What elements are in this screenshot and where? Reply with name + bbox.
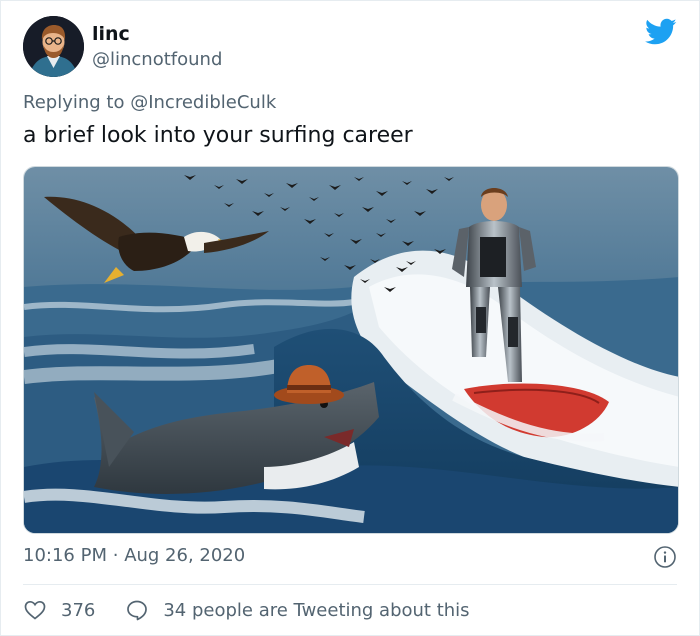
author-handle[interactable]: @lincnotfound (92, 49, 222, 70)
author-display-name[interactable]: linc (92, 23, 130, 45)
timestamp-time: 10:16 PM (23, 545, 107, 566)
speech-bubble-icon (127, 600, 148, 621)
twitter-bird-icon[interactable] (645, 18, 677, 46)
surfing-photo (24, 167, 678, 533)
tweet-media-photo[interactable] (23, 166, 679, 534)
like-button[interactable]: 376 (23, 598, 95, 622)
tweet-timestamp[interactable]: 10:16 PM · Aug 26, 2020 (23, 545, 245, 566)
conversation-text: 34 people are Tweeting about this (163, 599, 470, 621)
tweet-actions: 376 34 people are Tweeting about this (23, 597, 470, 623)
conversation-link[interactable]: 34 people are Tweeting about this (125, 598, 470, 622)
avatar-illustration (23, 16, 84, 77)
avatar[interactable] (23, 16, 84, 77)
tweet-text: a brief look into your surfing career (23, 123, 413, 148)
heart-icon (24, 600, 46, 620)
tweet-card: linc @lincnotfound Replying to @Incredib… (0, 0, 700, 636)
stats-divider (23, 584, 677, 585)
like-count: 376 (61, 599, 96, 621)
replying-to: Replying to @IncredibleCulk (23, 92, 276, 113)
info-icon[interactable] (653, 545, 677, 569)
reply-prefix: Replying to (23, 92, 125, 113)
timestamp-date: Aug 26, 2020 (124, 545, 246, 566)
timestamp-separator: · (112, 545, 119, 566)
reply-mention-link[interactable]: @IncredibleCulk (130, 92, 276, 113)
